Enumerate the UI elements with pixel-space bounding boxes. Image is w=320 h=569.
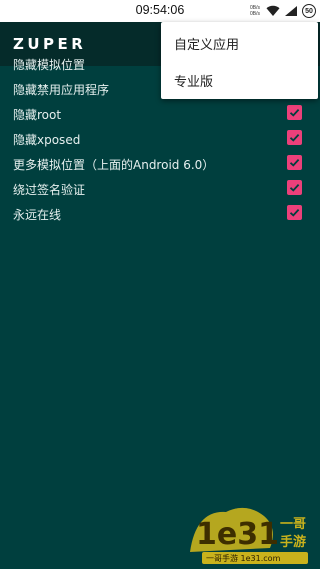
- option-row-hide-root[interactable]: 隐藏root: [0, 102, 320, 127]
- overflow-menu: 自定义应用 专业版: [161, 22, 318, 99]
- menu-item-custom-apps[interactable]: 自定义应用: [161, 25, 318, 62]
- watermark-text-bottom: 手游: [280, 534, 306, 550]
- option-label: 隐藏模拟位置: [13, 58, 86, 72]
- signal-icon: [285, 6, 297, 16]
- checkbox-checked[interactable]: [287, 180, 302, 195]
- app-title: ZUPER: [13, 35, 87, 53]
- checkbox-checked[interactable]: [287, 155, 302, 170]
- option-row-more-mock-location[interactable]: 更多模拟位置（上面的Android 6.0）: [0, 152, 320, 177]
- net-down: 0B/s: [249, 11, 260, 17]
- checkbox-checked[interactable]: [287, 105, 302, 120]
- watermark-logo: 1e31 一哥 手游 一哥手游 1e31.com: [190, 507, 308, 564]
- checkmark-icon: [289, 108, 300, 117]
- checkmark-icon: [289, 183, 300, 192]
- option-row-hide-xposed[interactable]: 隐藏xposed: [0, 127, 320, 152]
- watermark-footer: 一哥手游 1e31.com: [206, 553, 281, 563]
- checkmark-icon: [289, 158, 300, 167]
- option-row-bypass-signature[interactable]: 绕过签名验证: [0, 177, 320, 202]
- option-label: 隐藏xposed: [13, 133, 81, 147]
- checkmark-icon: [289, 208, 300, 217]
- watermark-brand: 1e31: [196, 517, 279, 552]
- status-icons: 0B/s 0B/s 50: [250, 3, 316, 19]
- network-speed: 0B/s 0B/s: [250, 5, 260, 17]
- option-label: 绕过签名验证: [13, 183, 86, 197]
- checkmark-icon: [289, 133, 300, 142]
- battery-icon: 50: [302, 4, 316, 18]
- menu-item-pro-version[interactable]: 专业版: [161, 62, 318, 99]
- option-label: 隐藏root: [13, 108, 62, 122]
- option-row-always-online[interactable]: 永远在线: [0, 202, 320, 227]
- wifi-icon: [266, 5, 280, 17]
- status-bar: 09:54:06 0B/s 0B/s 50: [0, 0, 320, 22]
- checkbox-checked[interactable]: [287, 130, 302, 145]
- watermark-text-top: 一哥: [280, 516, 306, 532]
- checkbox-checked[interactable]: [287, 205, 302, 220]
- option-label: 永远在线: [13, 208, 62, 222]
- option-label: 隐藏禁用应用程序: [13, 83, 110, 97]
- option-label: 更多模拟位置（上面的Android 6.0）: [13, 158, 215, 172]
